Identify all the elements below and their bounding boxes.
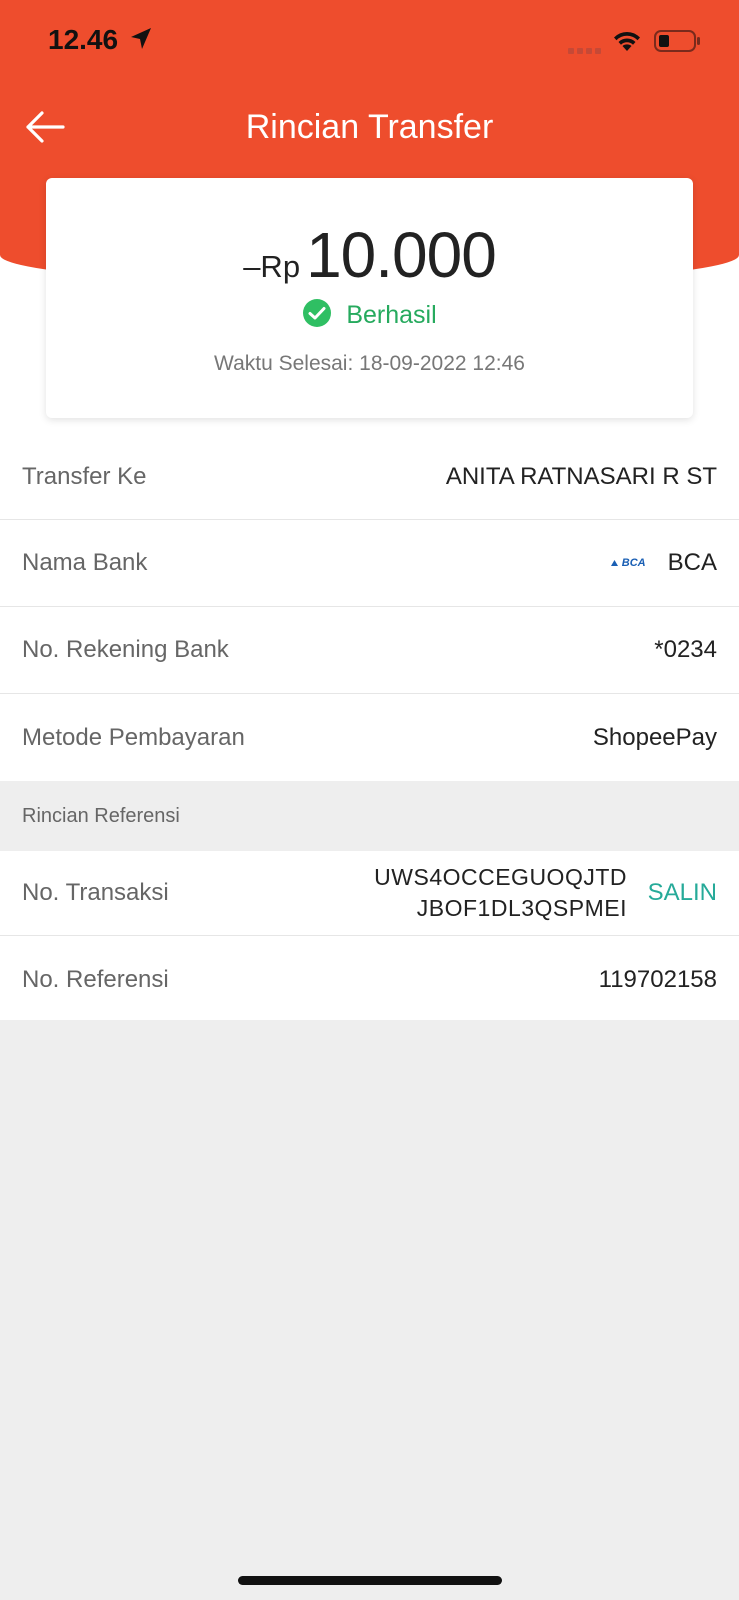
transaction-number: UWS4OCCEGUOQJTD JBOF1DL3QSPMEI (374, 864, 627, 921)
bank-name: BCA (667, 549, 717, 576)
status-text: Berhasil (346, 301, 437, 329)
reference-details: No. Transaksi UWS4OCCEGUOQJTD JBOF1DL3QS… (0, 851, 739, 1023)
status-row: Berhasil (46, 298, 693, 333)
detail-row-bank-name: Nama Bank BCA BCA (0, 520, 739, 607)
empty-background (0, 1020, 739, 1600)
transaction-value: UWS4OCCEGUOQJTD JBOF1DL3QSPMEI (374, 862, 627, 924)
row-label: Metode Pembayaran (22, 723, 245, 751)
bank-value: BCA BCA (610, 549, 717, 577)
check-circle-icon (302, 298, 332, 333)
bca-logo-icon: BCA (610, 557, 646, 569)
row-value: ShopeePay (592, 723, 717, 751)
navigation-bar: Rincian Transfer (0, 90, 739, 166)
completed-time: Waktu Selesai: 18-09-2022 12:46 (214, 352, 525, 375)
page-title: Rincian Transfer (245, 108, 494, 146)
signal-icon (568, 42, 602, 60)
row-label: No. Transaksi (22, 879, 169, 906)
row-value: 119702158 (598, 965, 717, 993)
detail-row-account-number: No. Rekening Bank *0234 (0, 607, 739, 694)
detail-row-payment-method: Metode Pembayaran ShopeePay (0, 694, 739, 781)
row-value: ANITA RATNASARI R ST (445, 462, 717, 490)
copy-button[interactable]: SALIN (648, 879, 717, 907)
amount-value: 10.000 (306, 219, 497, 291)
amount-prefix: –Rp (243, 249, 301, 284)
transfer-details: Transfer Ke ANITA RATNASARI R ST Nama Ba… (0, 420, 739, 781)
row-label: No. Rekening Bank (22, 636, 229, 663)
location-arrow-icon (130, 27, 152, 56)
wifi-icon (612, 30, 642, 57)
section-header-reference: Rincian Referensi (0, 781, 739, 851)
row-label: Transfer Ke (22, 462, 147, 490)
status-bar: 12.46 (0, 0, 739, 80)
home-indicator[interactable] (238, 1576, 502, 1585)
detail-row-transfer-to: Transfer Ke ANITA RATNASARI R ST (0, 420, 739, 520)
row-label: Nama Bank (22, 549, 148, 576)
row-label: No. Referensi (22, 965, 169, 993)
row-value: *0234 (654, 636, 717, 663)
battery-icon (654, 29, 702, 58)
detail-row-transaction-number: No. Transaksi UWS4OCCEGUOQJTD JBOF1DL3QS… (0, 851, 739, 936)
status-time: 12.46 (48, 24, 119, 55)
detail-row-reference-number: No. Referensi 119702158 (0, 936, 739, 1023)
transfer-summary-card: –Rp 10.000 Berhasil Waktu Selesai: 18-09… (46, 178, 693, 418)
amount: –Rp 10.000 (46, 218, 693, 292)
